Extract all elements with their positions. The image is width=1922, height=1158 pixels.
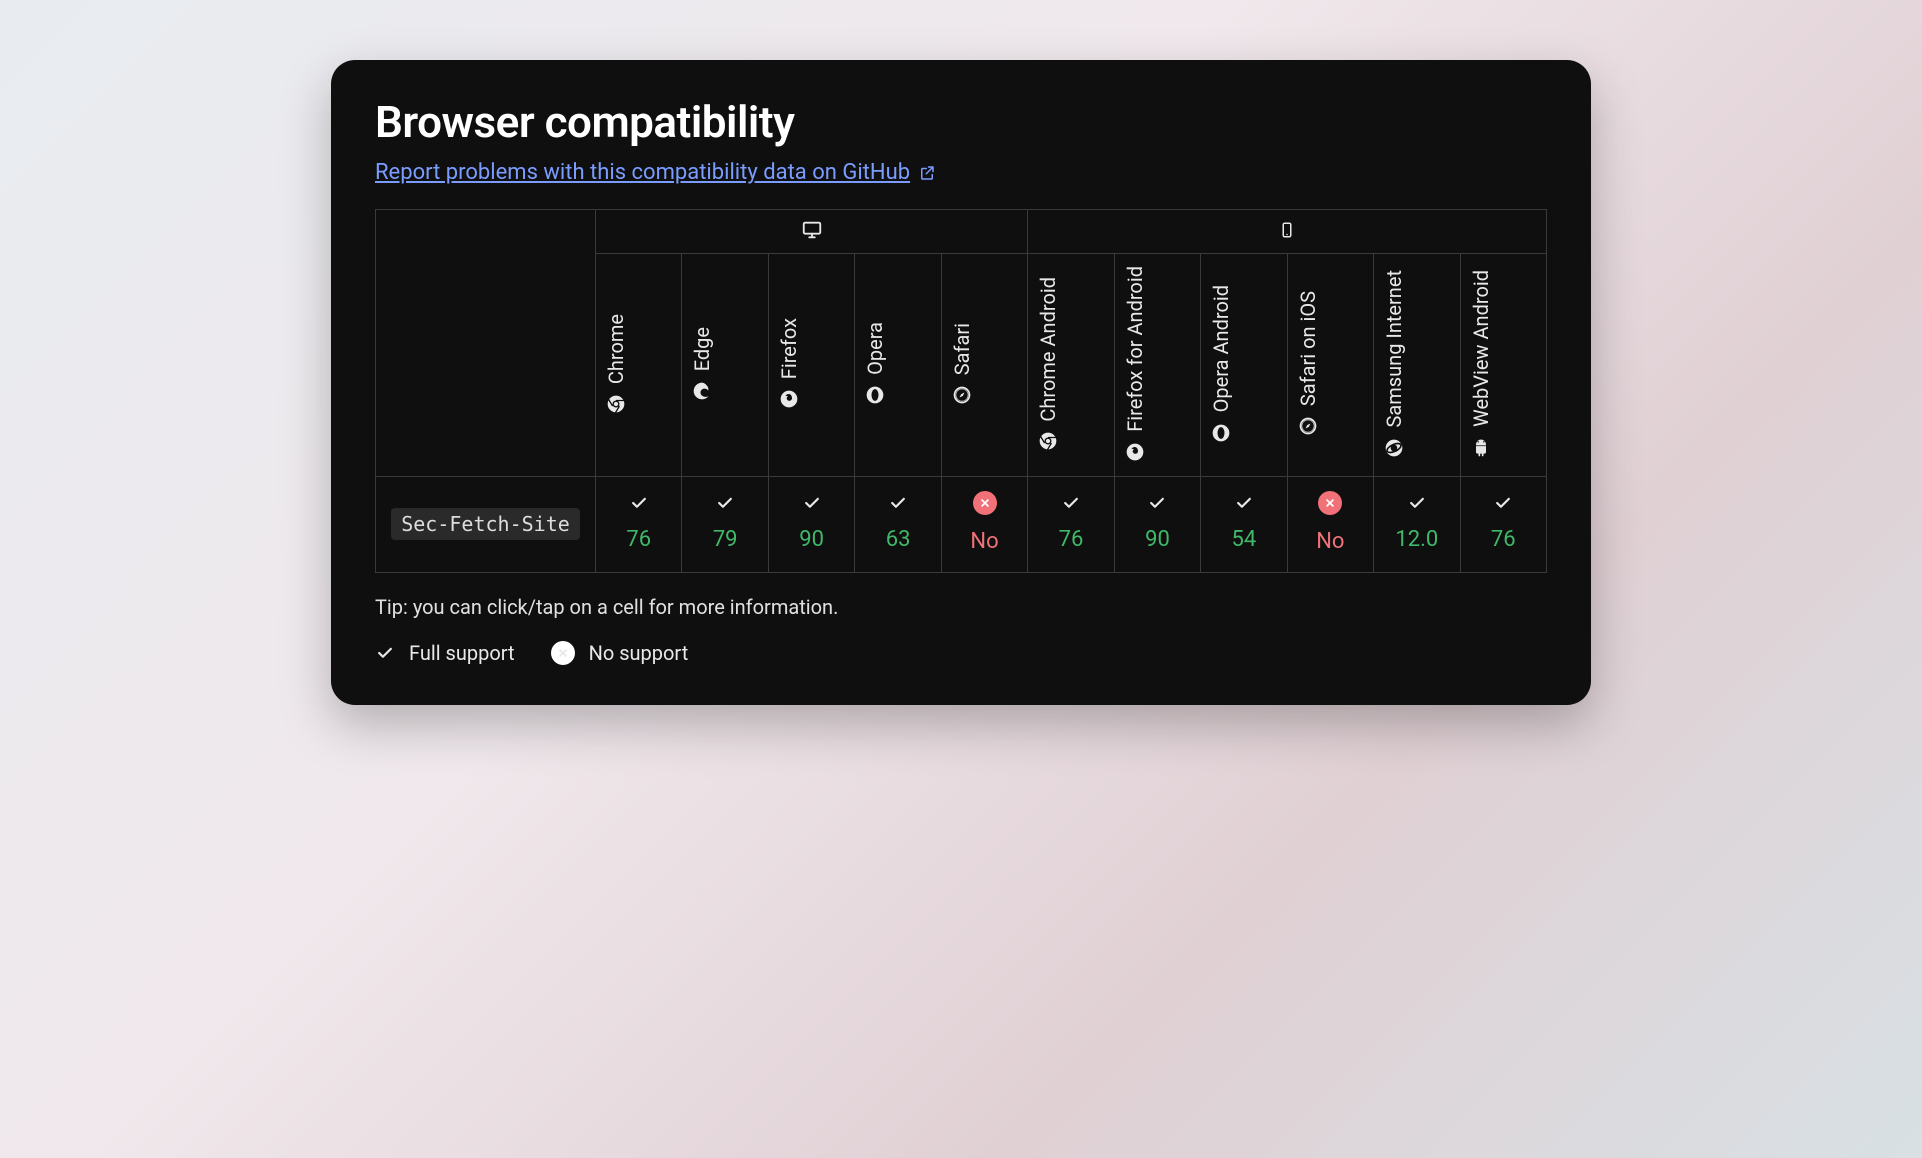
- browser-header-safari_ios: Safari on iOS: [1287, 254, 1373, 477]
- no-support-icon: [551, 641, 575, 665]
- support-cell-webview[interactable]: 76: [1460, 476, 1546, 572]
- report-issue-link[interactable]: Report problems with this compatibility …: [375, 160, 936, 185]
- chrome-icon: [1038, 431, 1058, 451]
- support-version: No: [1316, 529, 1344, 554]
- check-icon: [888, 493, 908, 513]
- support-cell-firefox_android[interactable]: 90: [1114, 476, 1200, 572]
- browser-header-chrome_android: Chrome Android: [1028, 254, 1114, 477]
- browser-name: Edge: [690, 327, 714, 371]
- platform-mobile: [1028, 210, 1547, 254]
- browser-header-samsung: Samsung Internet: [1374, 254, 1460, 477]
- chrome-icon: [606, 394, 626, 414]
- browser-header-opera: Opera: [855, 254, 941, 477]
- section-title: Browser compatibility: [375, 96, 1547, 148]
- browser-header-chrome: Chrome: [596, 254, 682, 477]
- support-cell-firefox[interactable]: 90: [768, 476, 854, 572]
- support-cell-opera[interactable]: 63: [855, 476, 941, 572]
- legend-no-label: No support: [589, 641, 689, 665]
- browser-name: Samsung Internet: [1382, 270, 1406, 427]
- support-version: 54: [1232, 527, 1257, 552]
- support-version: 90: [1145, 527, 1170, 552]
- compat-card: Browser compatibility Report problems wi…: [331, 60, 1591, 705]
- opera-icon: [865, 385, 885, 405]
- support-version: 76: [626, 527, 651, 552]
- browser-header-edge: Edge: [682, 254, 768, 477]
- support-cell-safari_ios[interactable]: No: [1287, 476, 1373, 572]
- browser-name: Safari on iOS: [1296, 291, 1320, 406]
- check-icon: [1061, 493, 1081, 513]
- table-corner: [376, 210, 596, 477]
- support-version: 63: [886, 527, 911, 552]
- platform-desktop: [596, 210, 1028, 254]
- check-icon: [1493, 493, 1513, 513]
- browser-header-opera_android: Opera Android: [1201, 254, 1287, 477]
- support-version: 76: [1491, 527, 1516, 552]
- tip-text: Tip: you can click/tap on a cell for mor…: [375, 595, 1547, 619]
- no-support-icon: [1318, 491, 1342, 515]
- compat-table: Chrome Edge Firefox Opera Safari Chrome Andro…: [375, 209, 1547, 573]
- browser-name: Chrome: [604, 314, 628, 384]
- support-version: 79: [713, 527, 738, 552]
- browser-header-safari: Safari: [941, 254, 1027, 477]
- browser-name: Opera Android: [1209, 285, 1233, 412]
- report-issue-label: Report problems with this compatibility …: [375, 160, 910, 185]
- opera-icon: [1211, 423, 1231, 443]
- safari-icon: [952, 385, 972, 405]
- check-icon: [629, 493, 649, 513]
- support-version: 12.0: [1395, 527, 1438, 552]
- feature-name-cell: Sec-Fetch-Site: [376, 476, 596, 572]
- samsung-icon: [1384, 438, 1404, 458]
- check-icon: [715, 493, 735, 513]
- browser-name: Firefox: [777, 318, 801, 379]
- check-icon: [1234, 493, 1254, 513]
- support-cell-safari[interactable]: No: [941, 476, 1027, 572]
- browser-name: Firefox for Android: [1123, 266, 1147, 432]
- support-version: 90: [799, 527, 824, 552]
- android-icon: [1471, 437, 1491, 457]
- support-cell-chrome[interactable]: 76: [596, 476, 682, 572]
- legend: Full support No support: [375, 641, 1547, 665]
- check-icon: [1407, 493, 1427, 513]
- browser-name: Opera: [863, 322, 887, 375]
- firefox-icon: [1125, 442, 1145, 462]
- mobile-icon: [1278, 219, 1296, 241]
- support-version: 76: [1059, 527, 1084, 552]
- feature-name: Sec-Fetch-Site: [391, 508, 580, 540]
- browser-name: Chrome Android: [1036, 277, 1060, 422]
- edge-icon: [692, 381, 712, 401]
- no-support-icon: [973, 491, 997, 515]
- check-icon: [802, 493, 822, 513]
- browser-header-firefox_android: Firefox for Android: [1114, 254, 1200, 477]
- legend-no-support: No support: [551, 641, 689, 665]
- browser-header-firefox: Firefox: [768, 254, 854, 477]
- firefox-icon: [779, 389, 799, 409]
- safari-icon: [1298, 416, 1318, 436]
- browser-name: Safari: [950, 323, 974, 375]
- external-link-icon: [918, 164, 936, 182]
- support-cell-samsung[interactable]: 12.0: [1374, 476, 1460, 572]
- browser-name: WebView Android: [1469, 270, 1493, 427]
- desktop-icon: [801, 219, 823, 241]
- legend-full-support: Full support: [375, 641, 515, 665]
- check-icon: [375, 643, 395, 663]
- check-icon: [1147, 493, 1167, 513]
- support-cell-chrome_android[interactable]: 76: [1028, 476, 1114, 572]
- legend-full-label: Full support: [409, 641, 515, 665]
- support-cell-edge[interactable]: 79: [682, 476, 768, 572]
- support-cell-opera_android[interactable]: 54: [1201, 476, 1287, 572]
- browser-header-webview: WebView Android: [1460, 254, 1546, 477]
- support-version: No: [970, 529, 998, 554]
